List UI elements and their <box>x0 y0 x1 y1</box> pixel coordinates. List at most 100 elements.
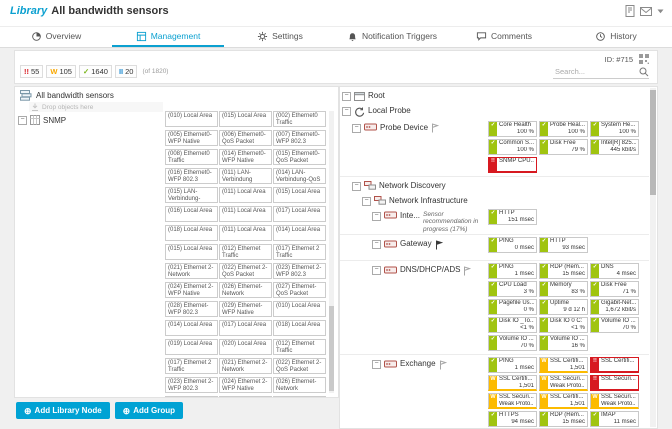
tree-label[interactable]: Gateway <box>400 239 432 248</box>
library-sensor-item[interactable]: (026) Ethernet-Network <box>219 282 272 298</box>
library-sensor-item[interactable]: (016) Local Area <box>165 206 218 222</box>
library-sensor-item[interactable]: (024) Ethernet 2-WFP Native <box>165 282 218 298</box>
library-sensor-item[interactable]: (012) Ethernet Traffic <box>273 339 326 355</box>
tab-notification-triggers[interactable]: Notification Triggers <box>336 27 448 47</box>
library-sensor-item[interactable]: (017) Local Area <box>219 320 272 336</box>
sensor-chip[interactable]: ✓ HTTPS 94 msec <box>488 411 537 427</box>
expand-toggle[interactable]: − <box>372 266 381 275</box>
library-sensor-item[interactable]: (014) Local Area <box>165 320 218 336</box>
sensor-chip[interactable]: ✓ Volume IO ... 70 % <box>590 317 639 333</box>
library-sensor-item[interactable]: (019) Local Area <box>165 339 218 355</box>
tab-management[interactable]: Management <box>112 27 224 47</box>
library-sensor-item[interactable]: (021) Ethernet 2-Network <box>165 263 218 279</box>
sensor-chip[interactable]: ✓ Disk IO _To... <1 % <box>488 317 537 333</box>
library-sensor-item[interactable]: (008) Ethernet0 Traffic <box>165 149 218 165</box>
sensor-chip[interactable]: ✓ Volume IO ... 70 % <box>488 335 537 351</box>
add-group-button[interactable]: ⊕ Add Group <box>114 402 183 419</box>
sensor-chip[interactable]: ✓ PING 0 msec <box>488 237 537 253</box>
left-scrollbar-thumb[interactable] <box>329 306 334 391</box>
library-sensor-item[interactable]: (028) Ethernet-WFP 802.3 <box>219 396 272 397</box>
expand-toggle[interactable]: − <box>18 116 27 125</box>
tree-label[interactable]: Network Discovery <box>379 181 446 190</box>
library-sensor-item[interactable]: (011) Local Area <box>219 206 272 222</box>
status-badge-paused[interactable]: II 20 <box>114 65 138 78</box>
library-sensor-item[interactable]: (005) Ethernet0-WFP Native <box>165 130 218 146</box>
library-sensor-item[interactable]: (015) LAN-Verbindung- <box>165 187 218 203</box>
library-sensor-item[interactable]: (021) Ethernet 2-Network <box>219 358 272 374</box>
sensor-chip[interactable]: ✓ System He... 100 % <box>590 120 639 137</box>
status-badge-down[interactable]: !! 55 <box>20 65 44 78</box>
library-sensor-item[interactable]: (017) Ethernet 2 Traffic <box>165 358 218 374</box>
sensor-chip[interactable]: ✓ Probe Heal... 100 % <box>539 120 588 137</box>
library-sensor-item[interactable]: (014) Ethernet0-WFP Native <box>219 149 272 165</box>
tree-label[interactable]: Exchange <box>400 359 436 368</box>
expand-toggle[interactable]: − <box>352 123 361 133</box>
library-sensor-item[interactable]: (014) LAN-Verbindung-QoS <box>273 168 326 184</box>
expand-toggle[interactable]: − <box>342 92 351 101</box>
report-icon[interactable] <box>625 5 635 17</box>
sensor-chip[interactable]: ✓ PING 1 msec <box>488 357 537 373</box>
sensor-chip[interactable]: W SSL Certifi... 1,501 <box>539 357 588 373</box>
right-scrollbar-thumb[interactable] <box>650 90 656 195</box>
sensor-chip[interactable]: ✓ PING 1 msec <box>488 263 537 279</box>
right-scrollbar[interactable] <box>650 88 656 427</box>
sensor-chip[interactable]: !! SSL Securi... <box>590 375 639 391</box>
library-sensor-item[interactable]: (007) Ethernet0-WFP 802.3 <box>273 130 326 146</box>
library-sensor-item[interactable]: (011) LAN-Verbindung <box>219 168 272 184</box>
library-sensor-item[interactable]: (022) Ethernet 2-QoS Packet <box>219 263 272 279</box>
drop-target-hint[interactable]: Drop objects here <box>29 102 163 112</box>
sensor-chip[interactable]: ✓ RDP (Rem... 15 msec <box>539 411 588 427</box>
library-sensor-item[interactable]: (011) Local Area <box>219 187 272 203</box>
sensor-chip[interactable]: W SSL Certifi... 1,501 <box>488 375 537 391</box>
library-sensor-item[interactable]: (011) Local Area <box>219 225 272 241</box>
sensor-chip[interactable]: !! SSL Certifi... <box>590 357 639 373</box>
library-sensor-item[interactable]: (006) Ethernet0-QoS Packet <box>219 130 272 146</box>
sensor-chip[interactable]: ✓ CPU Load 3 % <box>488 281 537 297</box>
tree-label[interactable]: Root <box>368 91 385 100</box>
expand-toggle[interactable]: − <box>372 240 381 249</box>
library-sensor-item[interactable]: (018) Local Area <box>165 225 218 241</box>
expand-toggle[interactable]: − <box>352 181 361 191</box>
sensor-chip[interactable]: ✓ Disk Free 79 % <box>539 138 588 155</box>
tree-label[interactable]: Probe Device <box>380 123 428 132</box>
expand-toggle[interactable]: − <box>362 196 371 206</box>
library-sensor-item[interactable]: (017) Ethernet 2 Traffic <box>273 244 326 260</box>
sensor-chip[interactable]: ✓ RDP (Rem... 15 msec <box>539 263 588 279</box>
library-sensor-item[interactable]: (012) Ethernet Traffic <box>219 244 272 260</box>
library-sensor-item[interactable]: (027) Ethernet-QoS Packet <box>165 396 218 397</box>
library-sensor-item[interactable]: (010) Local Area <box>273 301 326 317</box>
sensor-chip[interactable]: W SSL Securi... Weak Proto... <box>590 393 639 409</box>
sensor-chip[interactable]: ✓ HTTP 93 msec <box>539 237 588 253</box>
sensor-chip[interactable]: ✓ Pagefile Us... 0 % <box>488 299 537 315</box>
tree-label[interactable]: Network Infrastructure <box>389 196 468 205</box>
library-sensor-item[interactable]: (023) Ethernet 2-WFP 802.3 <box>165 377 218 393</box>
sensor-chip[interactable]: W SSL Securi... Weak Proto... <box>488 393 537 409</box>
caret-down-icon[interactable] <box>657 9 664 14</box>
sensor-chip[interactable]: ✓ DNS 4 msec <box>590 263 639 279</box>
library-sensor-item[interactable]: (022) Ethernet 2-QoS Packet <box>273 358 326 374</box>
status-badge-up[interactable]: ✓ 1640 <box>78 65 112 78</box>
status-badge-warn[interactable]: W 105 <box>46 65 76 78</box>
left-scrollbar[interactable] <box>329 111 334 393</box>
library-sensor-item[interactable]: (020) Local Area <box>219 339 272 355</box>
tree-label[interactable]: Local Probe <box>368 106 411 115</box>
library-sensor-item[interactable]: (010) Local Area <box>165 111 218 127</box>
search-input[interactable] <box>553 66 637 77</box>
library-sensor-item[interactable]: (015) Local Area <box>165 244 218 260</box>
sensor-chip[interactable]: ✓ Uptime 9 d 12 h <box>539 299 588 315</box>
tree-label[interactable]: DNS/DHCP/ADS <box>400 265 460 274</box>
library-sensor-item[interactable]: (024) Ethernet 2-WFP Native <box>219 377 272 393</box>
sensor-chip[interactable]: ✓ Volume IO ... 16 % <box>539 335 588 351</box>
sensor-chip[interactable]: ✓ Memory 83 % <box>539 281 588 297</box>
sensor-chip[interactable]: ✓ Disk IO 0 C: <1 % <box>539 317 588 333</box>
sensor-chip[interactable]: ✓ IMAP 11 msec <box>590 411 639 427</box>
library-sensor-item[interactable]: (002) Ethernet0 Traffic <box>273 111 326 127</box>
expand-toggle[interactable]: − <box>342 107 351 116</box>
sensor-chip[interactable]: ✓ Core Health 100 % <box>488 120 537 137</box>
library-sensor-item[interactable]: (027) Ethernet-QoS Packet <box>273 282 326 298</box>
library-sensor-item[interactable]: (017) Local Area <box>273 206 326 222</box>
sensor-chip[interactable]: ✓ Common S... 100 % <box>488 138 537 155</box>
library-sensor-item[interactable]: (018) Local Area <box>273 320 326 336</box>
qr-code-icon[interactable] <box>639 54 649 64</box>
library-sensor-item[interactable]: (015) Local Area <box>219 111 272 127</box>
